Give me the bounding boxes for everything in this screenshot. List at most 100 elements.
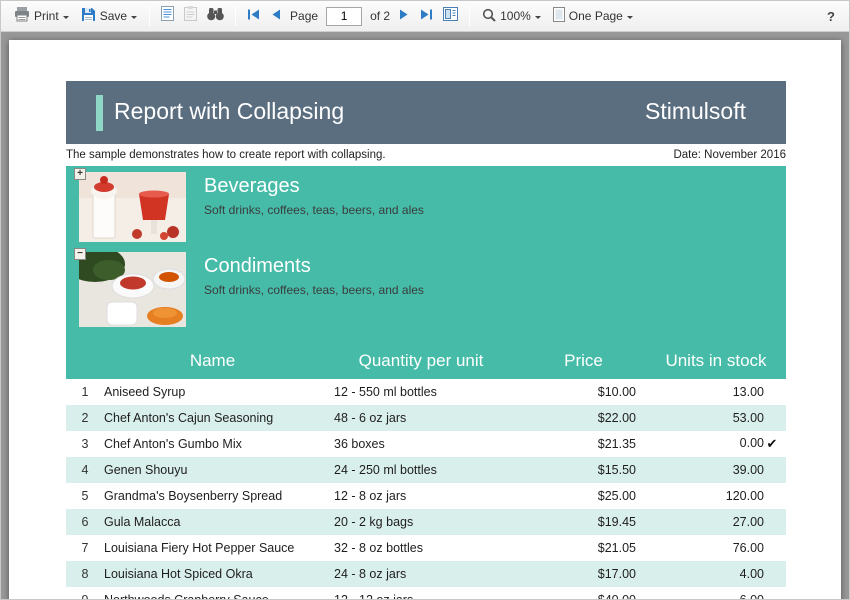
units-value: 76.00 (733, 541, 764, 555)
report-date: Date: November 2016 (673, 149, 786, 161)
printer-icon (14, 7, 30, 25)
report-viewer-area: Report with Collapsing Stimulsoft The sa… (1, 32, 849, 599)
save-label: Save (100, 9, 127, 23)
price-cell: $22.00 (521, 411, 646, 425)
check-icon (764, 567, 780, 581)
check-icon (764, 593, 780, 599)
first-page-button[interactable] (243, 4, 264, 28)
report-title: Report with Collapsing (114, 98, 344, 125)
units-value: 120.00 (726, 489, 764, 503)
category-description: Soft drinks, coffees, teas, beers, and a… (204, 203, 424, 217)
table-row: 1 Aniseed Syrup 12 - 550 ml bottles $10.… (66, 379, 786, 405)
column-header-price: Price (521, 351, 646, 371)
units-cell: 76.00 (646, 541, 786, 555)
price-cell: $10.00 (521, 385, 646, 399)
toolbar-separator (469, 6, 470, 26)
report-page: Report with Collapsing Stimulsoft The sa… (9, 40, 841, 599)
quantity-cell: 24 - 8 oz jars (321, 567, 521, 581)
check-icon: ✔ (764, 436, 780, 452)
quantity-cell: 12 - 8 oz jars (321, 489, 521, 503)
report-content: Report with Collapsing Stimulsoft The sa… (66, 81, 786, 599)
report-subtitle-row: The sample demonstrates how to create re… (66, 149, 786, 161)
report-title-band: Report with Collapsing Stimulsoft (66, 81, 786, 144)
row-number: 4 (66, 463, 104, 477)
document-lines-icon (161, 6, 174, 26)
one-page-icon (553, 7, 565, 25)
page-number-input[interactable] (326, 7, 362, 26)
chevron-down-icon (63, 16, 69, 22)
column-header-name: Name (104, 351, 321, 371)
parameters-button[interactable] (157, 3, 178, 29)
toolbar-separator (235, 6, 236, 26)
first-page-icon (247, 7, 260, 25)
save-icon (81, 7, 96, 25)
save-button[interactable]: Save (76, 4, 142, 28)
help-button[interactable]: ? (821, 7, 841, 26)
previous-page-button[interactable] (266, 4, 285, 28)
next-page-button[interactable] (395, 4, 414, 28)
units-cell: 0.00 ✔ (646, 436, 786, 452)
bookmarks-panel-button[interactable] (439, 4, 462, 29)
table-row: 7 Louisiana Fiery Hot Pepper Sauce 32 - … (66, 535, 786, 561)
accent-bar (96, 95, 103, 131)
product-name: Chef Anton's Gumbo Mix (104, 437, 321, 451)
price-cell: $21.05 (521, 541, 646, 555)
chevron-down-icon (535, 16, 541, 22)
category-text: Condiments Soft drinks, coffees, teas, b… (204, 252, 424, 327)
zoom-icon (482, 8, 496, 25)
quantity-cell: 32 - 8 oz bottles (321, 541, 521, 555)
collapse-toggle-condiments[interactable]: − (74, 248, 86, 260)
toolbar-separator (149, 6, 150, 26)
next-page-icon (399, 7, 410, 25)
units-cell: 27.00 (646, 515, 786, 529)
last-page-button[interactable] (416, 4, 437, 28)
category-name: Beverages (204, 175, 424, 198)
zoom-button[interactable]: 100% (477, 5, 546, 28)
brand-name: Stimulsoft (645, 98, 746, 125)
view-mode-button[interactable]: One Page (548, 4, 638, 28)
row-number: 5 (66, 489, 104, 503)
quantity-cell: 12 - 12 oz jars (321, 593, 521, 599)
product-name: Aniseed Syrup (104, 385, 321, 399)
units-cell: 6.00 (646, 593, 786, 599)
quantity-cell: 12 - 550 ml bottles (321, 385, 521, 399)
units-value: 39.00 (733, 463, 764, 477)
check-icon (764, 515, 780, 529)
report-description: The sample demonstrates how to create re… (66, 149, 386, 161)
units-cell: 120.00 (646, 489, 786, 503)
row-number: 9 (66, 593, 104, 599)
chevron-down-icon (131, 16, 137, 22)
category-description: Soft drinks, coffees, teas, beers, and a… (204, 283, 424, 297)
row-number: 2 (66, 411, 104, 425)
quantity-cell: 48 - 6 oz jars (321, 411, 521, 425)
check-icon (764, 385, 780, 399)
category-row-beverages[interactable]: + Beverages Soft drinks, coffees, teas, … (66, 172, 786, 242)
table-row: 8 Louisiana Hot Spiced Okra 24 - 8 oz ja… (66, 561, 786, 587)
beverages-photo: + (79, 172, 186, 242)
category-name: Condiments (204, 255, 424, 278)
page-count-label: of 2 (370, 9, 390, 23)
chevron-down-icon (627, 16, 633, 22)
print-button[interactable]: Print (9, 4, 74, 28)
table-row: 6 Gula Malacca 20 - 2 kg bags $19.45 27.… (66, 509, 786, 535)
column-header-quantity: Quantity per unit (321, 351, 521, 371)
print-label: Print (34, 9, 59, 23)
units-value: 4.00 (740, 567, 764, 581)
price-cell: $15.50 (521, 463, 646, 477)
find-button[interactable] (203, 4, 228, 29)
product-name: Louisiana Fiery Hot Pepper Sauce (104, 541, 321, 555)
check-icon (764, 541, 780, 555)
row-number: 8 (66, 567, 104, 581)
editor-button[interactable] (180, 3, 201, 29)
quantity-cell: 24 - 250 ml bottles (321, 463, 521, 477)
product-name: Gula Malacca (104, 515, 321, 529)
category-row-condiments[interactable]: − Condiments Soft drinks, coffees, teas,… (66, 252, 786, 327)
product-name: Northwoods Cranberry Sauce (104, 593, 321, 599)
collapse-toggle-beverages[interactable]: + (74, 168, 86, 180)
page-label: Page (290, 9, 318, 23)
quantity-cell: 20 - 2 kg bags (321, 515, 521, 529)
product-name: Genen Shouyu (104, 463, 321, 477)
table-row: 9 Northwoods Cranberry Sauce 12 - 12 oz … (66, 587, 786, 599)
table-row: 3 Chef Anton's Gumbo Mix 36 boxes $21.35… (66, 431, 786, 457)
check-icon (764, 489, 780, 503)
